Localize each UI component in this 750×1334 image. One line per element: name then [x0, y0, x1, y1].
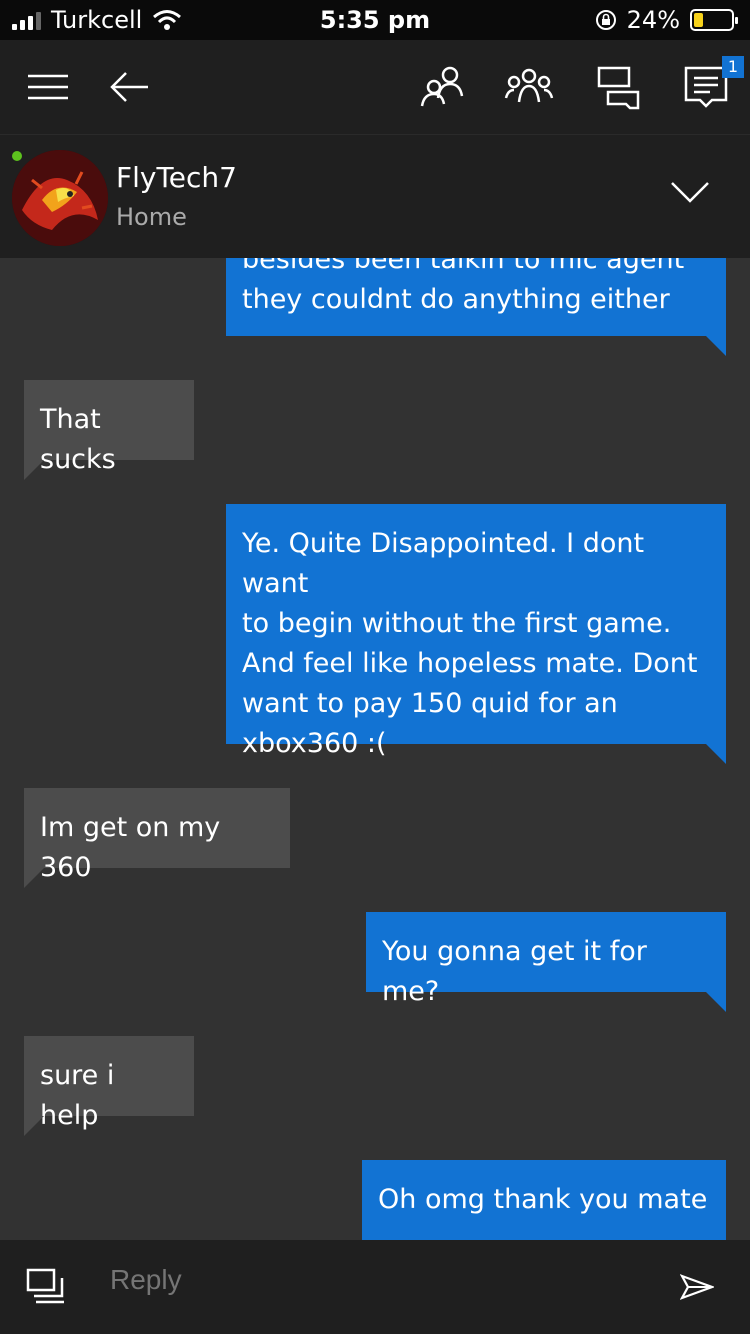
send-icon[interactable]: [679, 1272, 716, 1306]
bubble-tail: [706, 744, 726, 764]
bubble-tail: [24, 1116, 44, 1136]
status-bar: Turkcell 5:35 pm 24%: [0, 0, 750, 40]
bubble-tail: [706, 992, 726, 1012]
reply-bar: [0, 1240, 750, 1334]
message-line: Im get on my 360: [40, 812, 221, 883]
attach-icon[interactable]: [26, 1268, 66, 1308]
message-bubble-outgoing[interactable]: Oh omg thank you mate: [362, 1160, 726, 1240]
battery-percent: 24%: [626, 6, 680, 34]
message-line: to begin without the first game.: [242, 608, 672, 639]
top-toolbar: 1: [0, 40, 750, 134]
friend-icon[interactable]: [418, 62, 468, 112]
battery-icon: [690, 9, 738, 31]
back-arrow-icon[interactable]: [106, 62, 156, 112]
message-line: xbox360 :(: [242, 728, 387, 759]
message-bubble-outgoing[interactable]: Ye. Quite Disappointed. I dont want to b…: [226, 504, 726, 759]
menu-icon[interactable]: [24, 62, 74, 112]
messages-icon[interactable]: 1: [682, 56, 744, 112]
message-line: they couldnt do anything either: [242, 284, 670, 315]
chevron-down-icon[interactable]: [668, 173, 712, 213]
contact-name: FlyTech7: [116, 161, 237, 194]
battery-level: [694, 13, 703, 27]
message-bubble-incoming[interactable]: sure i help: [24, 1036, 194, 1131]
chat-icon[interactable]: [594, 62, 644, 112]
avatar[interactable]: [12, 150, 108, 246]
message-bubble-incoming[interactable]: Im get on my 360: [24, 788, 290, 883]
message-line: sure i help: [40, 1060, 115, 1131]
message-line: That sucks: [40, 404, 116, 475]
message-bubble-incoming[interactable]: That sucks: [24, 380, 194, 475]
message-line: want to pay 150 quid for an: [242, 688, 618, 719]
status-right: 24%: [595, 6, 738, 34]
message-line: Oh omg thank you mate: [378, 1184, 708, 1215]
contact-status: Home: [116, 203, 187, 231]
rotation-lock-icon: [595, 10, 616, 30]
online-status-dot: [12, 151, 22, 161]
message-line: And feel like hopeless mate. Dont: [242, 648, 698, 679]
party-icon[interactable]: [504, 62, 554, 112]
message-list[interactable]: besides been talkin to mic agent they co…: [0, 258, 750, 1240]
message-bubble-outgoing[interactable]: besides been talkin to mic agent they co…: [226, 258, 726, 336]
bubble-tail: [24, 868, 44, 888]
message-line: You gonna get it for me?: [382, 936, 647, 1007]
bubble-tail: [706, 336, 726, 356]
messages-badge: 1: [722, 56, 744, 78]
message-line: Ye. Quite Disappointed. I dont want: [242, 528, 645, 599]
message-line: besides been talkin to mic agent: [242, 258, 685, 275]
message-bubble-outgoing[interactable]: You gonna get it for me?: [366, 912, 726, 1007]
reply-input[interactable]: [110, 1264, 630, 1296]
bubble-tail: [24, 460, 44, 480]
conversation-header[interactable]: FlyTech7 Home: [0, 134, 750, 258]
